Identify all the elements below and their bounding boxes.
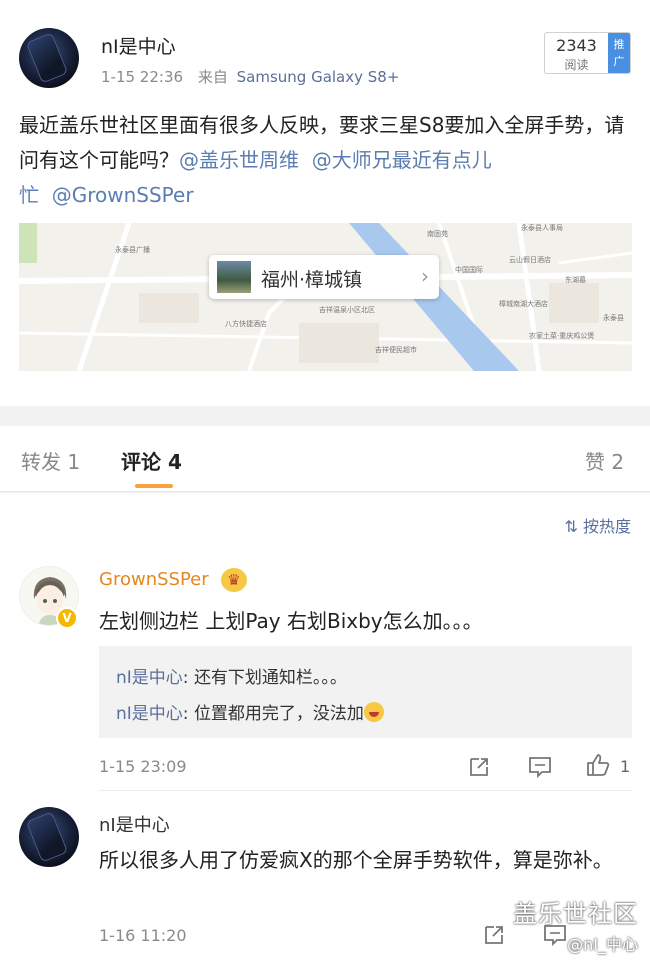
share-icon[interactable] [467, 755, 493, 779]
chevron-right-icon: › [421, 264, 429, 288]
reply-author[interactable]: nI是中心 [116, 668, 183, 688]
map-label: 中国国际 [455, 266, 483, 274]
promote-button[interactable]: 推广 [608, 33, 630, 73]
tab-comments[interactable]: 评论 4 [121, 446, 182, 475]
comment-author[interactable]: GrownSSPer [99, 569, 209, 590]
mention-link[interactable]: @GrownSSPer [52, 183, 194, 207]
post-device[interactable]: Samsung Galaxy S8+ [237, 68, 400, 86]
reply-author[interactable]: nI是中心 [116, 704, 183, 724]
reply-item: nI是中心: 还有下划通知栏。。。 [116, 668, 347, 688]
map-label: 云山假日酒店 [509, 256, 551, 264]
tab-repost[interactable]: 转发 1 [21, 446, 80, 475]
read-label: 阅读 [564, 58, 589, 72]
post-time: 1-15 22:36 [101, 68, 184, 86]
map-label: 农家土菜·重庆鸡公煲 [529, 332, 595, 340]
reply-text: 还有下划通知栏。。。 [193, 668, 347, 688]
divider [99, 790, 632, 791]
map-label: 吉祥便民超市 [375, 346, 417, 354]
comment-author[interactable]: nI是中心 [99, 811, 170, 837]
commenter-avatar[interactable] [19, 807, 79, 867]
post-body: 最近盖乐世社区里面有很多人反映，要求三星S8要加入全屏手势，请问有这个可能吗？@… [19, 108, 634, 213]
comment-text: 左划侧边栏 上划Pay 右划Bixby怎么加。。。 [99, 609, 483, 633]
watermark: 盖乐世社区 @nI_中心 [513, 894, 638, 955]
comment-time: 1-15 23:09 [99, 757, 187, 776]
location-thumbnail [217, 261, 251, 293]
watermark-title: 盖乐世社区 [513, 900, 638, 928]
promote-label: 推广 [613, 38, 625, 68]
map-label: 东湖墓 [565, 276, 586, 284]
location-chip[interactable]: 福州·樟城镇 › [209, 255, 439, 299]
like-icon[interactable] [586, 753, 612, 777]
watermark-handle: @nI_中心 [567, 935, 638, 954]
map-label: 永泰县 [603, 314, 624, 322]
verified-badge-icon: V [56, 607, 78, 629]
laugh-emoji-icon [363, 702, 384, 722]
map-label: 南固苑 [427, 230, 448, 238]
map-label: 永泰县人事局 [521, 224, 563, 232]
reply-text: 位置都用完了，没法加 [193, 704, 364, 724]
comment-text: 所以很多人用了仿爱疯X的那个全屏手势软件，算是弥补。 [99, 848, 613, 872]
map-label: 八方快捷酒店 [225, 320, 267, 328]
tab-likes[interactable]: 赞 2 [585, 446, 624, 475]
sort-icon: ⇅ [564, 517, 578, 536]
comment-time: 1-16 11:20 [99, 926, 187, 945]
post-card: nI是中心 1-15 22:36 来自 Samsung Galaxy S8+ 2… [0, 0, 650, 406]
comment-list: ⇅ 按热度 V GrownSSPer ♛ 左划侧边栏 上划Pay 右划Bixby… [0, 493, 650, 971]
mention-link[interactable]: @盖乐世周维 [179, 148, 299, 172]
reply-item: nI是中心: 位置都用完了，没法加 [116, 699, 384, 724]
read-count: 2343 [556, 36, 597, 55]
read-count-box: 2343 阅读 推广 [544, 32, 631, 74]
active-tab-indicator [135, 484, 173, 488]
post-meta: 1-15 22:36 来自 Samsung Galaxy S8+ [101, 66, 399, 87]
map-label: 吉祥温泉小区北区 [319, 306, 375, 314]
post-source-prefix: 来自 [197, 68, 228, 86]
location-map[interactable]: 永泰县广播 南固苑 永泰县人事局 云山假日酒店 中国国际 东湖墓 樟城南湖大酒店… [19, 223, 632, 371]
map-label: 永泰县广播 [115, 246, 150, 254]
post-author-name[interactable]: nI是中心 [101, 32, 176, 59]
comment-icon[interactable] [527, 755, 553, 779]
post-author-avatar[interactable] [19, 28, 79, 88]
reply-thread[interactable]: nI是中心: 还有下划通知栏。。。 nI是中心: 位置都用完了，没法加 [99, 646, 632, 738]
post-tabs: 转发 1 评论 4 赞 2 [0, 426, 650, 492]
sort-button[interactable]: ⇅ 按热度 [564, 513, 631, 537]
location-name: 福州·樟城镇 [261, 269, 363, 291]
sort-label: 按热度 [582, 517, 631, 536]
like-count: 1 [620, 757, 631, 776]
share-icon[interactable] [482, 923, 508, 947]
map-label: 樟城南湖大酒店 [499, 300, 548, 308]
crown-icon: ♛ [221, 568, 247, 592]
